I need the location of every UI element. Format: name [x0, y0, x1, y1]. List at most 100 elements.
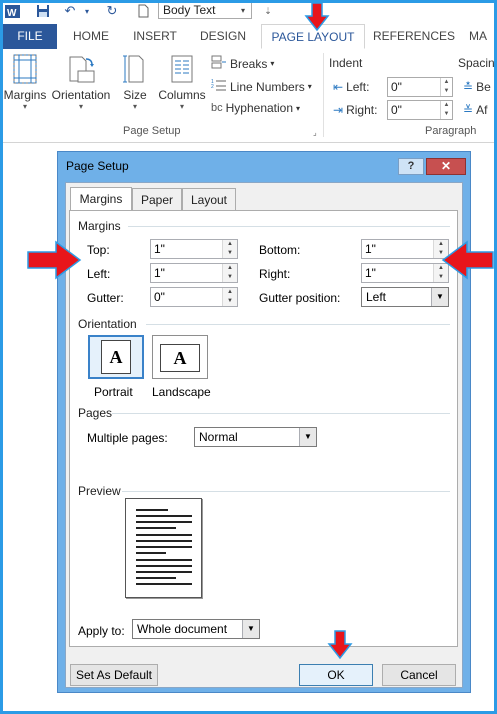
close-button[interactable]: ✕ — [426, 158, 466, 175]
margins-panel: Margins Top: 1" ▲ ▼ Bottom: 1" ▲ ▼ Left: 1… — [69, 210, 458, 647]
top-label: Top: — [87, 243, 110, 257]
preview-line — [136, 565, 192, 567]
orientation-label: Orientation — [51, 88, 111, 102]
orientation-dropdown-icon: ▾ — [78, 102, 83, 111]
preview-section-title: Preview — [78, 484, 121, 498]
set-as-default-button[interactable]: Set As Default — [70, 664, 158, 686]
pages-section-title: Pages — [78, 406, 113, 420]
tab-paper[interactable]: Paper — [132, 188, 182, 210]
landscape-option[interactable]: A — [152, 335, 208, 379]
customize-qat-icon[interactable]: ⇣ — [262, 2, 274, 20]
columns-label: Columns — [158, 88, 206, 102]
page-setup-launcher-icon[interactable]: ⌟ — [313, 128, 317, 137]
cancel-button[interactable]: Cancel — [382, 664, 456, 686]
line-numbers-dropdown-icon: ▾ — [307, 82, 312, 91]
preview-line — [136, 583, 192, 585]
apply-to-label: Apply to: — [78, 624, 125, 638]
new-document-icon[interactable] — [136, 2, 150, 20]
multiple-pages-select[interactable]: Normal ▼ — [194, 427, 317, 447]
bottom-label: Bottom: — [259, 243, 301, 257]
ribbon-page-layout: Margins ▾ Orientation ▾ Size ▾ Columns ▾… — [3, 49, 495, 143]
tab-mailings[interactable]: MA — [469, 24, 494, 49]
breaks-label: Breaks — [230, 56, 268, 71]
margins-button[interactable]: Margins ▾ — [3, 53, 47, 111]
indent-left-icon: ⇤ — [333, 80, 344, 94]
indent-right-spinner[interactable]: ▲ ▼ — [440, 101, 452, 119]
right-margin-input[interactable]: 1" ▲ ▼ — [361, 263, 449, 283]
line-numbers-label: Line Numbers — [230, 79, 305, 94]
section-divider — [128, 226, 450, 227]
size-dropdown-icon: ▾ — [132, 102, 137, 111]
top-margin-spinner[interactable]: ▲ ▼ — [222, 240, 237, 258]
chevron-down-icon[interactable]: ▼ — [242, 620, 259, 638]
gutter-spinner[interactable]: ▲ ▼ — [222, 288, 237, 306]
breaks-button[interactable]: Breaks ▾ — [211, 55, 274, 72]
preview-line — [136, 527, 176, 529]
tab-margins[interactable]: Margins — [70, 187, 132, 211]
columns-button[interactable]: Columns ▾ — [157, 53, 207, 111]
left-margin-input[interactable]: 1" ▲ ▼ — [150, 263, 238, 283]
right-label: Right: — [259, 267, 291, 281]
tab-insert[interactable]: INSERT — [127, 24, 183, 49]
breaks-icon — [211, 55, 227, 72]
indent-left-spinner[interactable]: ▲ ▼ — [440, 78, 452, 96]
hyphenation-button[interactable]: bc Hyphenation ▾ — [211, 101, 300, 115]
indent-left-label: ⇤ Left: — [333, 80, 370, 94]
save-icon[interactable] — [34, 2, 52, 20]
gutter-input[interactable]: 0" ▲ ▼ — [150, 287, 238, 307]
style-dropdown-icon[interactable]: ▾ — [236, 3, 250, 18]
dialog-body: Margins Paper Layout Margins Top: 1" ▲ ▼ … — [65, 182, 463, 688]
ok-button[interactable]: OK — [299, 664, 373, 686]
columns-icon — [157, 53, 207, 88]
hyphenation-icon: bc — [211, 102, 223, 114]
preview-line — [136, 521, 192, 523]
size-button[interactable]: Size ▾ — [117, 53, 153, 111]
indent-label: Indent — [329, 56, 363, 70]
tab-layout[interactable]: Layout — [182, 188, 236, 210]
orientation-section-title: Orientation — [78, 317, 137, 331]
help-button[interactable]: ? — [398, 158, 424, 175]
tab-home[interactable]: HOME — [66, 24, 116, 49]
section-divider — [112, 413, 450, 414]
line-numbers-button[interactable]: 12 Line Numbers ▾ — [211, 78, 312, 95]
orientation-icon — [49, 53, 113, 88]
gutter-position-label: Gutter position: — [259, 291, 341, 305]
indent-left-input[interactable]: 0" ▲ ▼ — [387, 77, 453, 97]
margins-icon — [3, 53, 47, 88]
left-margin-spinner[interactable]: ▲ ▼ — [222, 264, 237, 282]
landscape-icon: A — [160, 344, 200, 372]
chevron-down-icon[interactable]: ▼ — [299, 428, 316, 446]
undo-icon[interactable]: ↶ — [62, 2, 78, 20]
portrait-option[interactable]: A — [88, 335, 144, 379]
section-divider — [122, 491, 450, 492]
chevron-down-icon[interactable]: ▼ — [431, 288, 448, 306]
indent-right-icon: ⇥ — [333, 103, 344, 117]
landscape-label: Landscape — [152, 385, 211, 399]
margins-dropdown-icon: ▾ — [22, 102, 27, 111]
preview-line — [136, 515, 192, 517]
undo-dropdown-icon[interactable]: ▾ — [82, 2, 92, 20]
redo-icon[interactable]: ↻ — [104, 2, 120, 20]
tab-references[interactable]: REFERENCES — [373, 24, 455, 49]
bottom-margin-input[interactable]: 1" ▲ ▼ — [361, 239, 449, 259]
line-numbers-icon: 12 — [211, 78, 227, 95]
annotation-arrow-down-ok — [327, 630, 353, 660]
top-margin-input[interactable]: 1" ▲ ▼ — [150, 239, 238, 259]
size-icon — [117, 53, 153, 88]
ribbon-separator — [323, 53, 324, 137]
breaks-dropdown-icon: ▾ — [270, 59, 275, 68]
columns-dropdown-icon: ▾ — [179, 102, 184, 111]
orientation-button[interactable]: Orientation ▾ — [49, 53, 113, 111]
quick-access-toolbar: W ↶ ▾ ↻ Body Text ▾ ⇣ — [0, 0, 497, 24]
margins-section-title: Margins — [78, 219, 121, 233]
tab-design[interactable]: DESIGN — [195, 24, 251, 49]
apply-to-select[interactable]: Whole document ▼ — [132, 619, 260, 639]
hyphenation-label: Hyphenation — [225, 101, 294, 115]
preview-line — [136, 571, 192, 573]
preview-line — [136, 552, 166, 554]
spacing-label: Spacin — [458, 56, 495, 70]
gutter-position-select[interactable]: Left ▼ — [361, 287, 449, 307]
page-setup-dialog: Page Setup ? ✕ Margins Paper Layout Marg… — [57, 151, 471, 693]
indent-right-input[interactable]: 0" ▲ ▼ — [387, 100, 453, 120]
tab-file[interactable]: FILE — [3, 24, 57, 49]
